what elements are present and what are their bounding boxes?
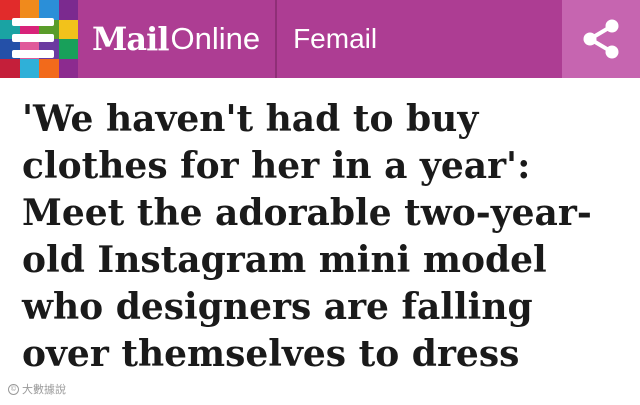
watermark: © 大數據說 — [8, 381, 66, 397]
section-femail-link[interactable]: Femail — [277, 0, 377, 78]
mosaic-tile — [58, 19, 78, 39]
mosaic-tile — [19, 58, 39, 78]
mosaic-tile — [58, 39, 78, 59]
menu-icon — [12, 18, 54, 58]
share-icon — [583, 19, 619, 59]
watermark-text: 大數據說 — [22, 384, 66, 396]
top-navigation-bar: Mail Online Femail — [0, 0, 640, 78]
mosaic-tile — [39, 58, 59, 78]
logo-mail-text: Mail — [92, 20, 169, 58]
mosaic-tile — [39, 0, 59, 20]
menu-button[interactable] — [0, 0, 78, 78]
mosaic-tile — [58, 0, 78, 20]
mailonline-logo[interactable]: Mail Online — [78, 0, 260, 78]
watermark-circle-icon: © — [8, 383, 19, 395]
logo-online-text: Online — [170, 21, 261, 56]
mosaic-tile — [19, 0, 39, 20]
mosaic-tile — [58, 58, 78, 78]
share-button[interactable] — [562, 0, 640, 78]
mosaic-tile — [0, 58, 20, 78]
article-headline[interactable]: 'We haven't had to buy clothes for her i… — [22, 96, 622, 378]
mosaic-tile — [0, 0, 20, 20]
